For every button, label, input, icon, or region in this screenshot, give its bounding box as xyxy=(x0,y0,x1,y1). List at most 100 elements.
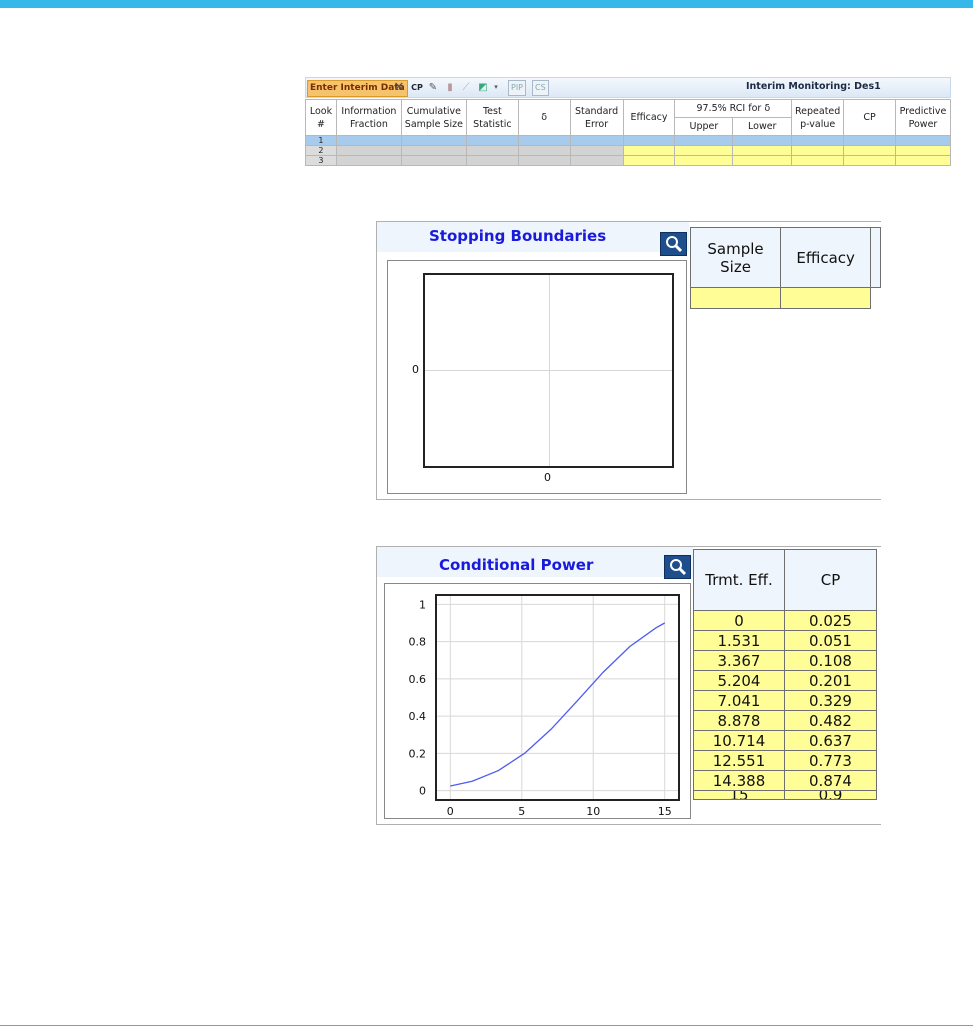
grid-cell[interactable] xyxy=(335,155,402,166)
cp-cell[interactable]: 0.025 xyxy=(784,610,877,631)
stopping-title: Stopping Boundaries xyxy=(429,227,607,245)
grid-cell[interactable] xyxy=(517,145,571,156)
table-row[interactable]: 8.878 0.482 xyxy=(693,710,877,731)
grid-cell[interactable] xyxy=(465,145,519,156)
dropdown-icon[interactable]: ▾ xyxy=(492,80,500,95)
header-cell xyxy=(870,227,881,288)
grid-cell[interactable] xyxy=(622,145,676,156)
grid-cell[interactable] xyxy=(569,135,624,146)
grid-cell[interactable] xyxy=(732,135,793,146)
trmt-eff-cell[interactable]: 10.714 xyxy=(693,730,785,751)
grid-cell[interactable] xyxy=(674,155,734,166)
grid-cell[interactable] xyxy=(335,145,402,156)
grid-cell[interactable] xyxy=(517,155,571,166)
table-row[interactable]: 0 0.025 xyxy=(693,610,877,631)
grid-cell[interactable] xyxy=(732,155,793,166)
grid-cell[interactable] xyxy=(569,155,624,166)
header-repeated-p-value: Repeated p-value xyxy=(791,99,845,136)
grid-cell[interactable] xyxy=(843,155,896,166)
grid-cell[interactable] xyxy=(400,135,467,146)
cp-cell[interactable]: 0.9 xyxy=(784,790,877,800)
trmt-eff-cell[interactable]: 3.367 xyxy=(693,650,785,671)
trmt-eff-cell[interactable]: 14.388 xyxy=(693,770,785,791)
cp-cell[interactable]: 0.108 xyxy=(784,650,877,671)
table-row[interactable]: 3 xyxy=(305,155,952,166)
bottom-divider xyxy=(0,1025,973,1026)
header-test-statistic: Test Statistic xyxy=(465,99,519,136)
trmt-eff-cell[interactable]: 7.041 xyxy=(693,690,785,711)
trmt-eff-cell[interactable]: 8.878 xyxy=(693,710,785,731)
y-tick-label: 0.8 xyxy=(409,636,427,649)
y-tick-label: 0 xyxy=(419,785,426,798)
cp-icon[interactable]: CP xyxy=(410,80,424,95)
table-row[interactable]: 14.388 0.874 xyxy=(693,770,877,791)
pip-button[interactable]: PIP xyxy=(508,80,527,96)
interim-data-grid: Look # Information Fraction Cumulative S… xyxy=(305,99,952,166)
cs-button[interactable]: CS xyxy=(532,80,549,96)
table-row[interactable]: 1 xyxy=(305,135,952,146)
table-cell[interactable] xyxy=(780,287,872,309)
ruler-icon[interactable]: ⟋ xyxy=(460,80,472,95)
stopping-table: Sample Size Efficacy xyxy=(689,227,881,309)
grid-cell[interactable] xyxy=(622,135,676,146)
grid-cell[interactable] xyxy=(400,155,467,166)
plot-icon[interactable]: ◩ xyxy=(477,80,489,95)
table-row[interactable]: 5.204 0.201 xyxy=(693,670,877,691)
grid-cell[interactable] xyxy=(791,135,845,146)
zoom-button[interactable] xyxy=(660,232,687,256)
table-row[interactable]: 10.714 0.637 xyxy=(693,730,877,751)
grid-cell[interactable] xyxy=(894,145,952,156)
grid-cell[interactable] xyxy=(517,135,571,146)
cp-cell[interactable]: 0.051 xyxy=(784,630,877,651)
header-look: Look # xyxy=(305,99,337,136)
trmt-eff-cell[interactable]: 15 xyxy=(693,790,785,800)
trmt-eff-cell[interactable]: 12.551 xyxy=(693,750,785,771)
trmt-eff-cell[interactable]: 5.204 xyxy=(693,670,785,691)
grid-cell[interactable] xyxy=(569,145,624,156)
header-cp: CP xyxy=(784,549,877,611)
bar-chart-icon[interactable]: ▮ xyxy=(444,80,456,95)
grid-cell[interactable] xyxy=(843,145,896,156)
table-row[interactable]: 3.367 0.108 xyxy=(693,650,877,671)
grid-cell[interactable] xyxy=(335,135,402,146)
table-row[interactable]: 15 0.9 xyxy=(693,790,877,800)
close-icon[interactable]: ✕ xyxy=(393,80,405,95)
header-upper: Upper xyxy=(674,117,734,136)
grid-cell[interactable] xyxy=(843,135,896,146)
table-row[interactable]: 7.041 0.329 xyxy=(693,690,877,711)
grid-cell[interactable] xyxy=(622,155,676,166)
cp-cell[interactable]: 0.329 xyxy=(784,690,877,711)
interim-toolbar: Enter Interim Data ✕ CP ✎ ▮ ⟋ ◩ ▾ PIP CS… xyxy=(305,77,951,98)
cp-cell[interactable]: 0.482 xyxy=(784,710,877,731)
grid-cell[interactable] xyxy=(894,135,952,146)
cp-cell[interactable]: 0.874 xyxy=(784,770,877,791)
grid-cell[interactable] xyxy=(465,155,519,166)
header-cp: CP xyxy=(843,99,896,136)
table-row[interactable]: 2 xyxy=(305,145,952,156)
trmt-eff-cell[interactable]: 1.531 xyxy=(693,630,785,651)
grid-cell[interactable] xyxy=(791,155,845,166)
y-tick-label: 0.6 xyxy=(409,673,427,686)
grid-cell[interactable] xyxy=(674,135,734,146)
grid-cell[interactable] xyxy=(674,145,734,156)
interim-title: Interim Monitoring: Des1 xyxy=(746,81,881,92)
cp-cell[interactable]: 0.637 xyxy=(784,730,877,751)
table-row[interactable] xyxy=(689,287,881,309)
interim-monitoring-panel: Enter Interim Data ✕ CP ✎ ▮ ⟋ ◩ ▾ PIP CS… xyxy=(305,77,952,181)
plot-background xyxy=(436,595,679,800)
table-row[interactable]: 12.551 0.773 xyxy=(693,750,877,771)
trmt-eff-cell[interactable]: 0 xyxy=(693,610,785,631)
edit-icon[interactable]: ✎ xyxy=(427,80,439,95)
grid-cell[interactable] xyxy=(732,145,793,156)
table-row[interactable]: 1.531 0.051 xyxy=(693,630,877,651)
grid-cell[interactable] xyxy=(465,135,519,146)
conditional-power-table: Trmt. Eff. CP 0 0.025 1.531 0.051 3.367 0.108… xyxy=(693,549,877,800)
cp-cell[interactable]: 0.201 xyxy=(784,670,877,691)
grid-cell[interactable] xyxy=(400,145,467,156)
top-accent-bar xyxy=(0,0,973,8)
conditional-power-chart: 0 5 10 15 0 0.2 0.4 0.6 0.8 1 xyxy=(409,594,680,818)
grid-cell[interactable] xyxy=(791,145,845,156)
cp-cell[interactable]: 0.773 xyxy=(784,750,877,771)
grid-cell[interactable] xyxy=(894,155,952,166)
table-cell[interactable] xyxy=(689,287,782,309)
